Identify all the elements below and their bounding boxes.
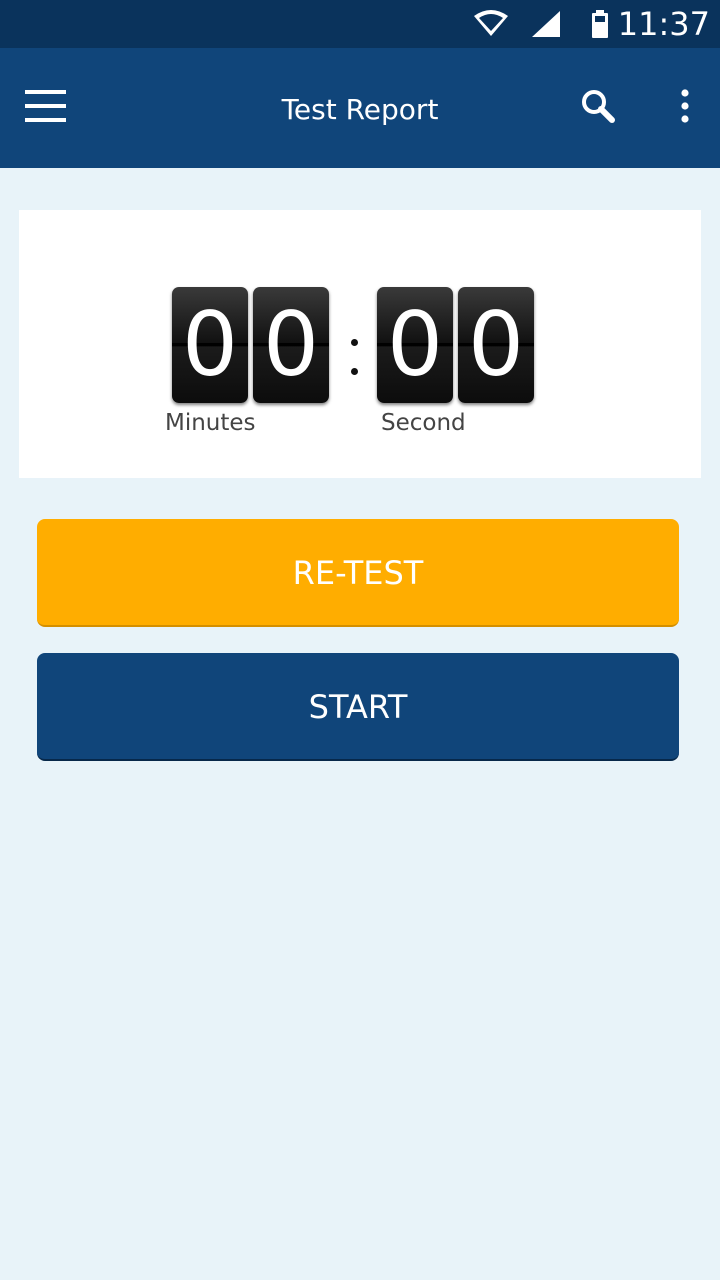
wifi-icon: [473, 0, 509, 48]
digit-text: 0: [263, 293, 319, 396]
app-bar: Test Report: [0, 48, 720, 168]
minutes-label: Minutes: [165, 410, 256, 436]
battery-icon: [590, 0, 610, 48]
minutes-tens-digit: 0: [172, 287, 248, 403]
overflow-menu-button[interactable]: [660, 48, 710, 168]
seconds-label: Second: [381, 410, 466, 436]
digit-text: 0: [387, 293, 443, 396]
hamburger-menu-icon: [25, 89, 67, 127]
search-icon: [580, 88, 616, 129]
status-time: 11:37: [617, 5, 710, 43]
timer-card: 0 0 0 0 Minutes Second: [19, 210, 701, 478]
separator-dot: [351, 339, 358, 346]
status-bar: 11:37: [0, 0, 720, 48]
time-separator: [348, 334, 360, 378]
separator-dot: [351, 368, 358, 375]
retest-button[interactable]: RE-TEST: [37, 519, 679, 627]
more-vertical-icon: [680, 88, 690, 128]
minutes-ones-digit: 0: [253, 287, 329, 403]
seconds-ones-digit: 0: [458, 287, 534, 403]
search-button[interactable]: [570, 48, 626, 168]
digit-text: 0: [468, 293, 524, 396]
menu-button[interactable]: [16, 48, 76, 168]
digit-text: 0: [182, 293, 238, 396]
start-button[interactable]: START: [37, 653, 679, 761]
seconds-tens-digit: 0: [377, 287, 453, 403]
signal-icon: [530, 0, 562, 48]
